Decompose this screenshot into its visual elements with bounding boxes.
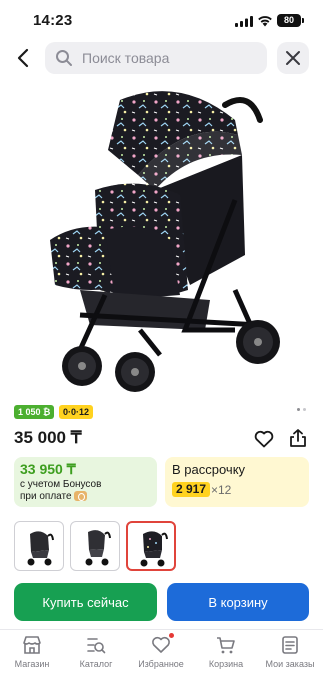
gallery-thumbnail-selected[interactable]	[126, 521, 176, 571]
bonus-badge: 1 050 ₿	[14, 405, 55, 419]
tab-label: Магазин	[14, 659, 50, 669]
installment-multiplier: ×12	[211, 483, 232, 497]
cart-icon	[217, 637, 235, 654]
favorite-heart-icon[interactable]	[254, 430, 274, 448]
wifi-icon	[258, 16, 272, 27]
tab-label: Избранное	[138, 659, 184, 669]
tab-label: Каталог	[79, 659, 113, 669]
installment-badge: 0·0·12	[59, 405, 94, 419]
installment-amount: 2 917	[172, 482, 211, 497]
search-icon	[56, 50, 72, 66]
tab-label: Мои заказы	[265, 659, 315, 669]
gallery-dot	[303, 408, 306, 411]
store-icon	[23, 636, 41, 654]
bonus-note: с учетом Бонусов при оплате	[20, 479, 101, 503]
bonus-price-card[interactable]: 33 950 ₸ с учетом Бонусов при оплате	[14, 457, 157, 507]
notification-dot	[169, 633, 174, 638]
close-icon	[286, 51, 300, 65]
status-bar: 14:23 80	[0, 0, 323, 40]
gallery-thumbnail[interactable]	[70, 521, 120, 571]
tab-bar: Магазин Каталог Избранное Корзина Мои за…	[0, 629, 323, 699]
product-price: 35 000 ₸	[14, 428, 82, 447]
tab-label: Корзина	[208, 659, 244, 669]
bonus-note-line2: при оплате	[20, 491, 72, 502]
gallery-thumbnail[interactable]	[14, 521, 64, 571]
signal-icon	[235, 16, 253, 27]
tab-favorites[interactable]: Избранное	[129, 630, 193, 680]
bonus-note-line1: с учетом Бонусов	[20, 479, 102, 490]
tab-orders[interactable]: Мои заказы	[258, 630, 322, 680]
catalog-icon	[87, 638, 106, 654]
back-button[interactable]	[12, 46, 36, 70]
search-input[interactable]	[82, 42, 262, 74]
gallery-dots	[297, 408, 311, 412]
orders-icon	[282, 636, 298, 654]
installment-title: В рассрочку	[172, 462, 246, 477]
share-icon[interactable]	[288, 428, 308, 448]
buy-now-button[interactable]: Купить сейчас	[14, 583, 157, 621]
stroller-thumbnail-image	[140, 531, 168, 567]
tab-store[interactable]: Магазин	[0, 630, 64, 680]
tab-catalog[interactable]: Каталог	[64, 630, 128, 680]
installment-card[interactable]: В рассрочку 2 917 ×12	[165, 457, 309, 507]
close-button[interactable]	[277, 42, 309, 74]
bonus-coin-icon	[73, 491, 87, 502]
battery-indicator: 80	[277, 14, 304, 27]
heart-icon	[152, 636, 170, 653]
product-image[interactable]	[20, 80, 300, 400]
stroller-thumbnail-image	[85, 530, 111, 566]
search-box[interactable]	[45, 42, 267, 74]
bonus-price: 33 950 ₸	[20, 461, 76, 477]
tab-cart[interactable]: Корзина	[194, 630, 258, 680]
stroller-thumbnail-image	[27, 531, 54, 566]
add-to-cart-button[interactable]: В корзину	[167, 583, 309, 621]
status-time: 14:23	[33, 12, 73, 29]
gallery-dot	[297, 408, 300, 411]
